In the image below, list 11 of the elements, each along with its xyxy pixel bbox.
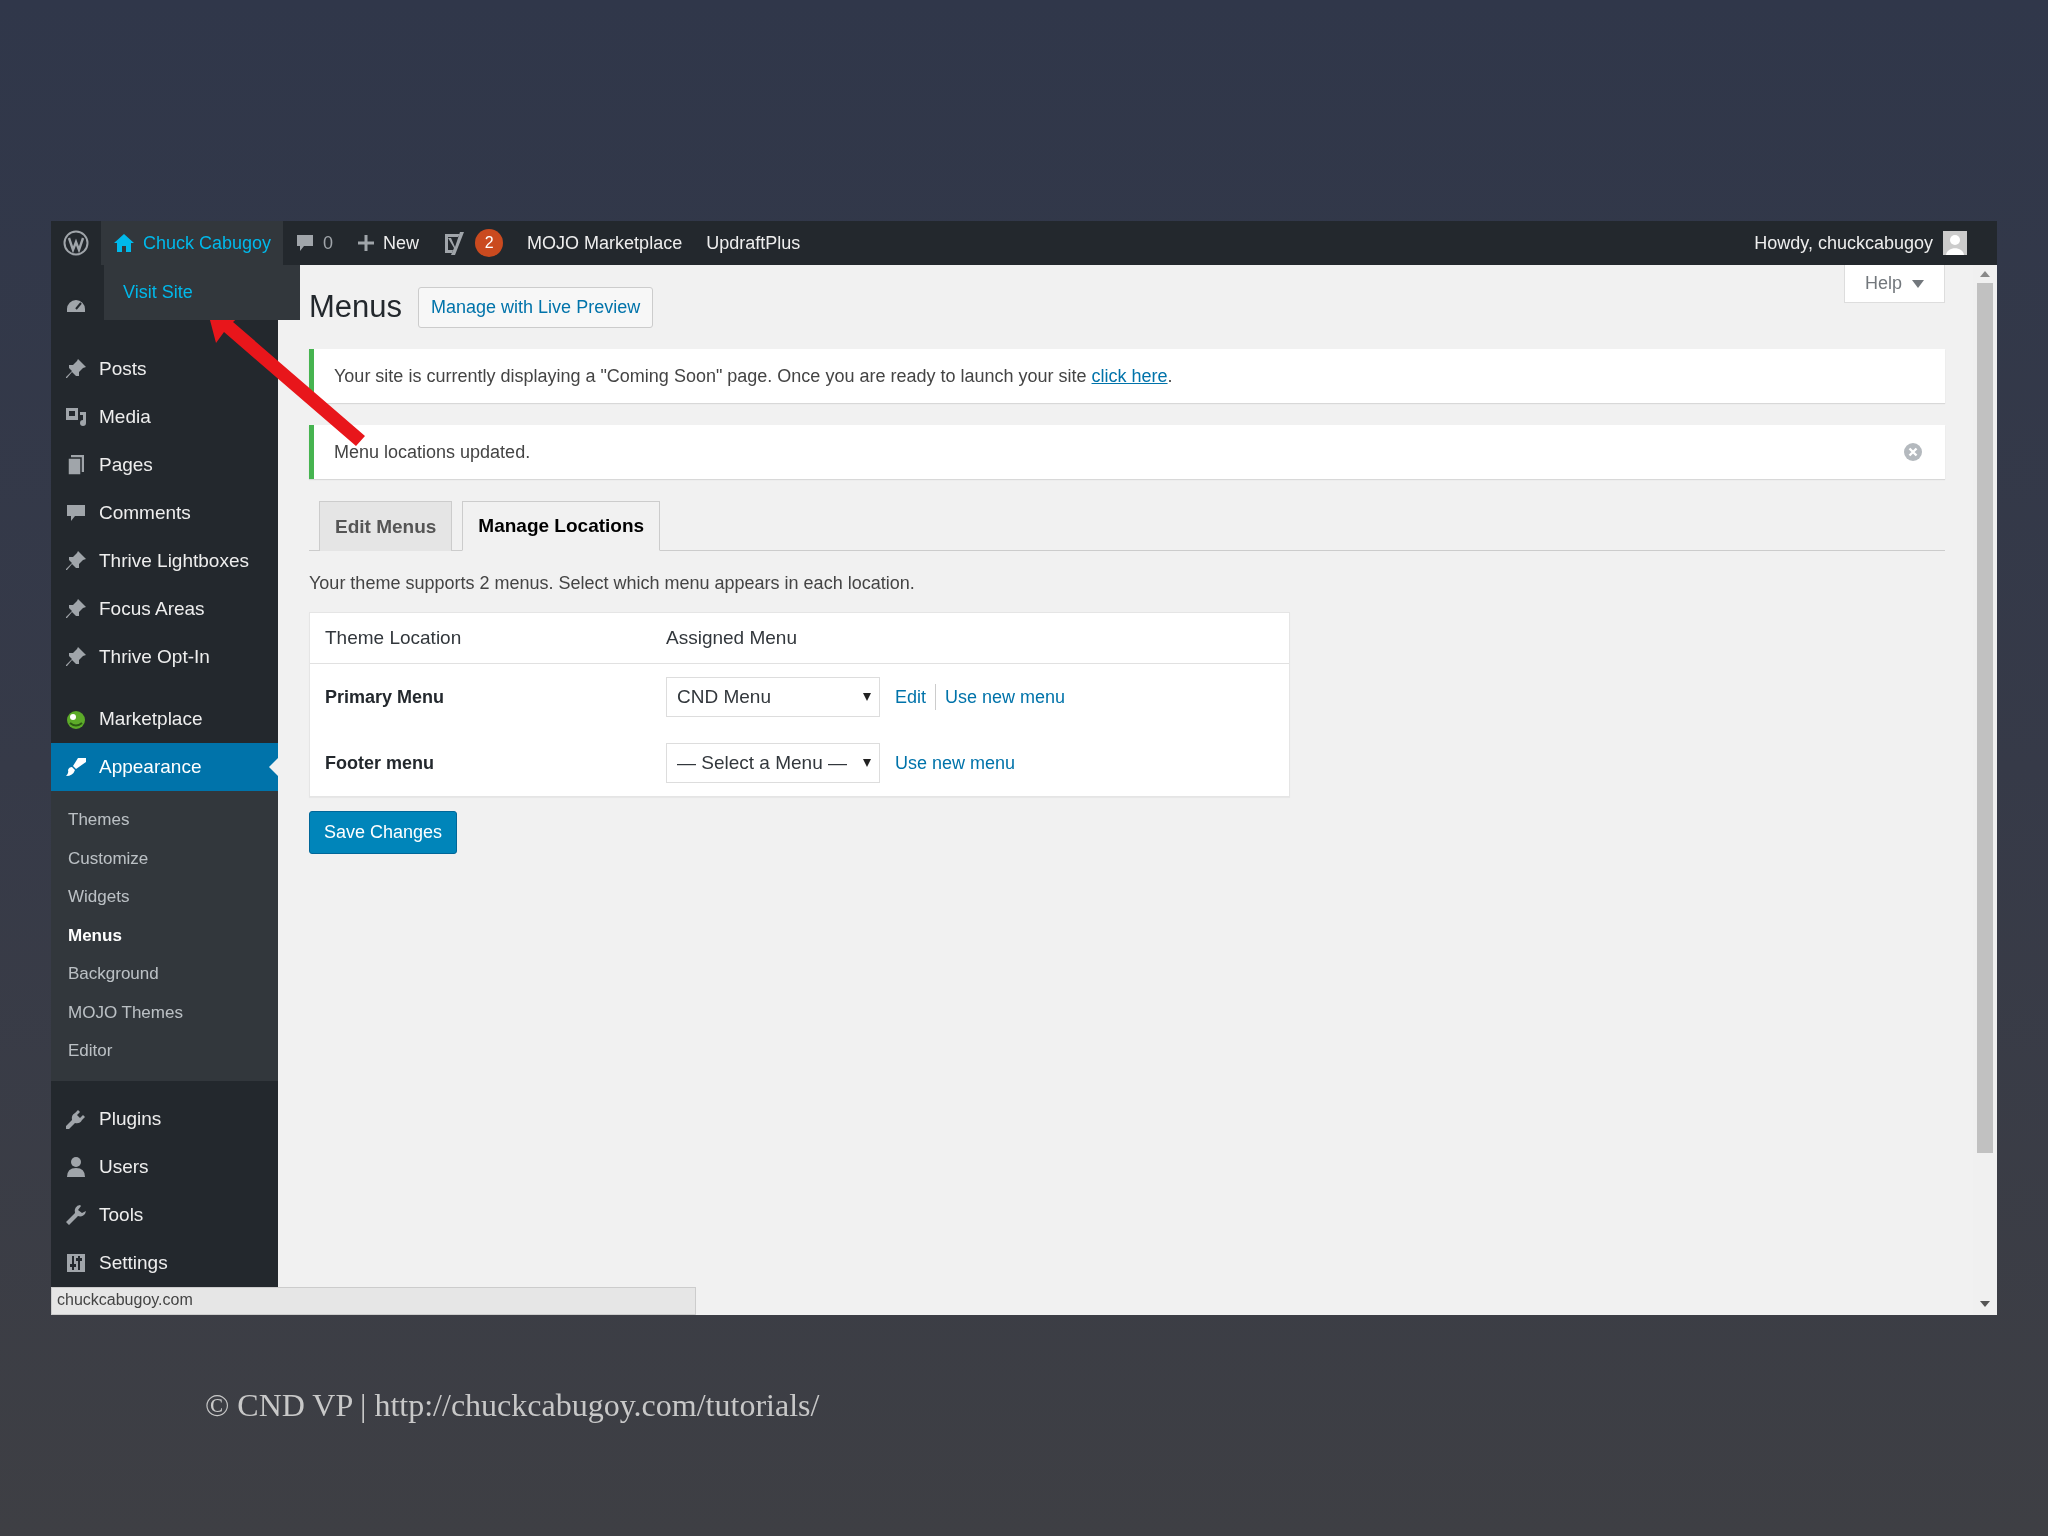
location-name: Primary Menu <box>324 686 446 708</box>
notice-text: Menu locations updated. <box>334 441 531 463</box>
column-header: Theme Location <box>324 627 463 649</box>
description-text: Your theme supports 2 menus. Select which menu appears in each location. <box>309 573 916 594</box>
slide-caption: © CND VP | http://chuckcabugoy.com/tutorials/ <box>205 1387 821 1424</box>
column-header: Assigned Menu <box>666 627 797 649</box>
page-title: Menus <box>309 289 403 325</box>
notice-text: Your site is currently displaying a "Coming Soon" page. Once you are ready to launch your site click here. <box>334 365 1173 387</box>
status-url: chuckcabugoy.com <box>51 1287 696 1315</box>
location-name: Footer menu <box>324 752 435 774</box>
notification-count: 2 <box>475 229 504 257</box>
